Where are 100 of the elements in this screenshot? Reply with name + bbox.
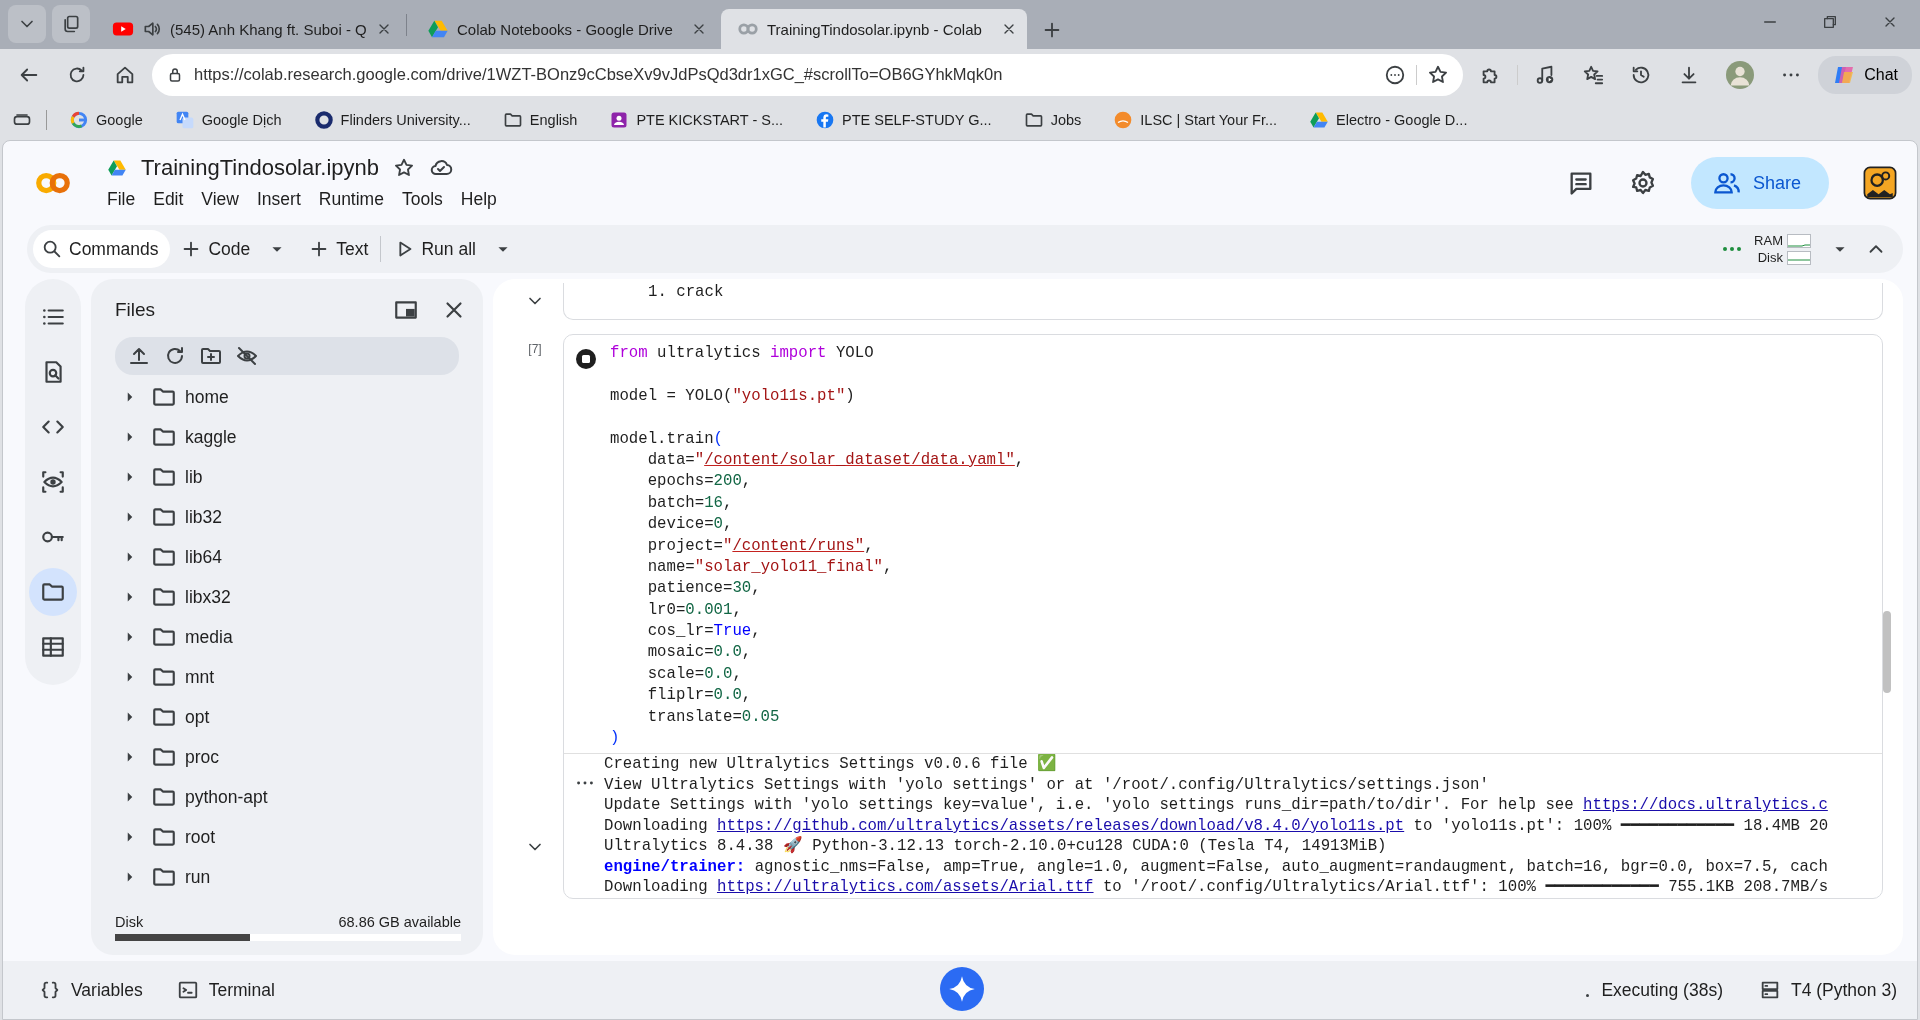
folder-name[interactable]: kaggle bbox=[185, 426, 237, 448]
menu-item[interactable]: Help bbox=[460, 186, 507, 212]
braces-icon bbox=[39, 979, 61, 1001]
code-line: ) bbox=[610, 728, 621, 750]
code-line: lr0=0.001, bbox=[646, 599, 743, 621]
folder-name[interactable]: lib bbox=[185, 466, 203, 488]
files-button[interactable] bbox=[29, 568, 77, 616]
toolbar-button[interactable]: Run all bbox=[383, 230, 524, 268]
disk-label: Disk bbox=[115, 914, 144, 930]
hide-icon[interactable] bbox=[235, 344, 259, 368]
commands-button[interactable]: Commands bbox=[33, 230, 171, 268]
tab-actions-button[interactable] bbox=[52, 5, 90, 43]
bookmark[interactable]: Google bbox=[61, 107, 151, 133]
busy-dots-icon bbox=[1722, 246, 1743, 252]
bookmark[interactable]: Flinders University... bbox=[305, 107, 479, 133]
output-line: View Ultralytics Settings with 'yolo settings' or at '/root/.config/Ultralytics/settings.json' bbox=[604, 774, 1490, 796]
menu-item[interactable]: Runtime bbox=[318, 186, 394, 212]
browser-tab[interactable]: Colab Notebooks - Google Drive bbox=[411, 9, 717, 49]
code-line: model = YOLO("yolo11s.pt") bbox=[610, 385, 856, 407]
folder-name[interactable]: mnt bbox=[185, 666, 215, 688]
address-field[interactable]: https://colab.research.google.com/drive/1WZT-BOnz9cCbseXv9vJdPsQd3dr1xGC_#scrollTo=OB6GYhkMqk0n bbox=[152, 53, 1464, 96]
bookmark[interactable]: English bbox=[494, 107, 586, 133]
output-line: Downloading https://ultralytics.com/assets/Arial.ttf to '/root/.config/Ultralytics/Arial.ttf': 100% ━━━━━━━━━━━━ 755.1KB 208.7MB/s bbox=[604, 877, 1829, 898]
folder-name[interactable]: lib64 bbox=[185, 546, 222, 568]
output-link[interactable]: https://github.com/ultralytics/assets/releases/download/v8.4.0/yolo11s.pt bbox=[716, 816, 1405, 835]
ring-logo-icon bbox=[313, 110, 334, 130]
toolbar-button[interactable]: Text bbox=[298, 230, 379, 268]
bookmark[interactable]: Jobs bbox=[1015, 107, 1090, 133]
menu-item[interactable]: Edit bbox=[153, 186, 194, 212]
tabs-icon bbox=[61, 14, 81, 34]
menu-item[interactable]: Insert bbox=[257, 186, 311, 212]
folder-name[interactable]: proc bbox=[185, 746, 220, 768]
star-icon[interactable] bbox=[1427, 63, 1450, 86]
favorites-icon[interactable] bbox=[1582, 63, 1605, 86]
sparkle-icon bbox=[940, 967, 984, 1011]
toolbar-button[interactable]: Code bbox=[170, 230, 299, 268]
output-link[interactable]: https://ultralytics.com/assets/Arial.ttf bbox=[716, 878, 1094, 897]
terminal-button[interactable]: Terminal bbox=[176, 979, 275, 1001]
account-avatar-icon[interactable] bbox=[1863, 166, 1897, 200]
output-line: engine/trainer: agnostic_nms=False, amp=True, angle=1.0, augment=False, auto_augment=randaugment, batch=16, bgr=0.0, box=7.5, cach bbox=[604, 856, 1829, 878]
folder-name[interactable]: libx32 bbox=[185, 586, 231, 608]
star-icon[interactable] bbox=[393, 156, 416, 179]
folder-name[interactable]: root bbox=[185, 826, 216, 848]
triangle-logo-icon bbox=[427, 18, 449, 40]
share-button[interactable]: Share bbox=[1690, 157, 1829, 209]
restore-icon[interactable] bbox=[1822, 14, 1838, 30]
folder-name[interactable]: opt bbox=[185, 706, 210, 728]
variables-button[interactable]: Variables bbox=[39, 979, 143, 1001]
code-line: patience=30, bbox=[646, 578, 762, 600]
disk-available: 68.86 GB available bbox=[338, 914, 461, 930]
execution-status[interactable]: Executing (38s) bbox=[1601, 979, 1723, 1001]
bookmark[interactable]: Electro - Google D... bbox=[1301, 107, 1476, 133]
menu-item[interactable]: View bbox=[201, 186, 249, 212]
code-line: translate=0.05 bbox=[646, 706, 781, 728]
bookmark[interactable]: PTE KICKSTART - S... bbox=[601, 107, 792, 133]
runtime-button[interactable]: T4 (Python 3) bbox=[1758, 979, 1897, 1001]
translate-icon bbox=[174, 110, 195, 130]
folder-name[interactable]: run bbox=[185, 866, 211, 888]
browser-tab[interactable]: (545) Anh Khang ft. Suboi - Q bbox=[96, 9, 402, 49]
code-line: batch=16, bbox=[646, 492, 734, 514]
menu-item[interactable]: Tools bbox=[401, 186, 453, 212]
stop-icon bbox=[574, 347, 598, 371]
code-line: mosaic=0.0, bbox=[646, 642, 753, 664]
resources-button[interactable]: RAM Disk bbox=[1754, 233, 1813, 265]
speaker-icon[interactable] bbox=[142, 19, 162, 39]
execution-count: [7] bbox=[528, 342, 542, 356]
person-app-icon bbox=[609, 110, 630, 130]
folder-icon bbox=[502, 110, 523, 130]
notebook-title[interactable]: TrainingTindosolar.ipynb bbox=[141, 154, 380, 181]
menu-item[interactable]: File bbox=[107, 186, 146, 212]
code-line: epochs=200, bbox=[646, 471, 753, 493]
panel-title: Files bbox=[115, 299, 157, 321]
scrollbar-thumb[interactable] bbox=[1883, 611, 1891, 693]
code-line: project="/content/runs", bbox=[646, 535, 875, 557]
chat-button[interactable]: Chat bbox=[1818, 55, 1912, 94]
round-logo-icon bbox=[1113, 110, 1134, 130]
bookmark[interactable]: PTE SELF-STUDY G... bbox=[807, 107, 1000, 133]
browser-tab[interactable]: TrainingTindosolar.ipynb - Colab bbox=[721, 9, 1027, 49]
folder-name[interactable]: lib32 bbox=[185, 506, 222, 528]
more-icon[interactable] bbox=[1384, 63, 1407, 86]
f-logo-icon bbox=[815, 110, 836, 130]
stop-button[interactable] bbox=[574, 347, 598, 371]
code-line: name="solar_yolo11_final", bbox=[646, 556, 894, 578]
bookmark[interactable]: Google Dịch bbox=[166, 107, 290, 133]
code-line: from ultralytics import YOLO bbox=[610, 343, 875, 364]
output-link[interactable]: https://docs.ultralytics.c bbox=[1583, 796, 1828, 815]
folder-name[interactable]: python-apt bbox=[185, 786, 268, 808]
output-line: Downloading https://github.com/ultralytics/assets/releases/download/v8.4.0/yolo11s.pt to 'yolo11s.pt': 100% ━━━━━━━━━━━━ 18.4MB 20 bbox=[604, 815, 1829, 836]
triangle-logo-icon bbox=[1309, 110, 1330, 130]
table-icon bbox=[40, 634, 66, 660]
folder-name[interactable]: home bbox=[185, 386, 229, 408]
gemini-button[interactable] bbox=[940, 967, 984, 1014]
code-line: data="/content/solar_dataset/data.yaml", bbox=[646, 449, 1025, 471]
text-line: 1. crack bbox=[648, 283, 724, 301]
code-line: scale=0.0, bbox=[646, 663, 743, 685]
eye-icon bbox=[40, 469, 66, 495]
folder-name[interactable]: media bbox=[185, 626, 233, 648]
output-line: Update Settings with 'yolo settings key=value', i.e. 'yolo settings runs_dir=path/to/dir'. For help see https://docs.ultralytics.c bbox=[604, 795, 1829, 816]
bookmark[interactable]: ILSC | Start Your Fr... bbox=[1105, 107, 1286, 133]
usage-graph-icon bbox=[1787, 250, 1811, 265]
